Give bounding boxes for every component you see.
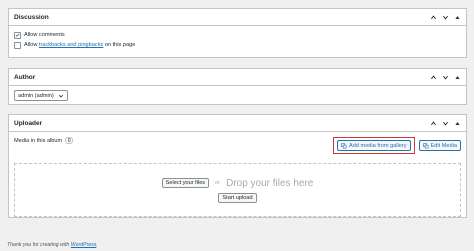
discussion-postbox: Discussion Allow comments Allow trackbac… (8, 8, 467, 58)
chevron-down-icon[interactable] (441, 119, 449, 127)
trackbacks-pingbacks-link[interactable]: trackbacks and pingbacks (39, 42, 103, 48)
allow-comments-label: Allow comments (24, 32, 65, 38)
select-your-files-button[interactable]: Select your files (161, 178, 210, 188)
uploader-postbox: Uploader Media in this album 0 Add media… (8, 114, 467, 218)
add-media-from-gallery-button[interactable]: Add media from gallery (337, 140, 411, 151)
allow-comments-row: Allow comments (14, 30, 461, 40)
allow-pingbacks-checkbox[interactable] (14, 41, 21, 49)
author-title: Author (14, 73, 36, 81)
author-select[interactable]: admin (admin) (14, 90, 68, 101)
allow-pingbacks-row: Allow trackbacks and pingbacks on this p… (14, 40, 461, 50)
chevron-up-icon[interactable] (429, 119, 437, 127)
file-dropzone[interactable]: Select your files or Drop your files her… (14, 163, 461, 217)
chevron-down-icon[interactable] (441, 73, 449, 81)
edit-media-label: Edit Media (430, 142, 457, 149)
chevron-down-icon (58, 94, 63, 97)
author-postbox: Author admin (admin) (8, 68, 467, 105)
chevron-up-icon[interactable] (429, 73, 437, 81)
allow-comments-checkbox[interactable] (14, 31, 21, 39)
allow-pingbacks-prefix: Allow (24, 42, 39, 48)
footer-prefix: Thank you for creating with (7, 242, 71, 248)
uploader-header: Uploader (9, 115, 466, 132)
media-count-badge: 0 (65, 137, 73, 144)
admin-footer: Thank you for creating with WordPress. (7, 242, 98, 248)
author-handle-actions (429, 73, 461, 81)
uploader-handle-actions (429, 119, 461, 127)
footer-suffix: . (96, 242, 98, 248)
chevron-up-icon[interactable] (429, 13, 437, 21)
media-in-album: Media in this album 0 (14, 137, 73, 144)
triangle-up-icon[interactable] (453, 119, 461, 127)
author-inside: admin (admin) (9, 86, 466, 105)
triangle-up-icon[interactable] (453, 73, 461, 81)
chevron-down-icon[interactable] (441, 13, 449, 21)
allow-pingbacks-suffix: on this page (103, 42, 136, 48)
media-in-album-label: Media in this album (14, 137, 63, 144)
wordpress-link[interactable]: WordPress (71, 242, 97, 248)
drop-files-text: Drop your files here (226, 177, 314, 189)
author-selected-value: admin (admin) (18, 92, 54, 99)
edit-media-button[interactable]: Edit Media (418, 140, 461, 151)
drop-row: Select your files or Drop your files her… (161, 177, 314, 189)
triangle-up-icon[interactable] (453, 13, 461, 21)
uploader-title: Uploader (14, 119, 43, 127)
start-upload-button[interactable]: Start upload (218, 192, 257, 203)
discussion-header: Discussion (9, 9, 466, 26)
discussion-inside: Allow comments Allow trackbacks and ping… (9, 26, 466, 54)
discussion-title: Discussion (14, 13, 49, 21)
discussion-handle-actions (429, 13, 461, 21)
add-media-from-gallery-label: Add media from gallery (349, 142, 407, 149)
gallery-icon (422, 142, 428, 148)
uploader-toolbar: Media in this album 0 Add media from gal… (9, 132, 466, 154)
author-header: Author (9, 69, 466, 86)
or-text: or (215, 180, 221, 186)
gallery-icon (341, 142, 347, 148)
add-media-highlight: Add media from gallery (333, 137, 415, 154)
uploader-buttons: Add media from gallery Edit Media (333, 137, 461, 154)
